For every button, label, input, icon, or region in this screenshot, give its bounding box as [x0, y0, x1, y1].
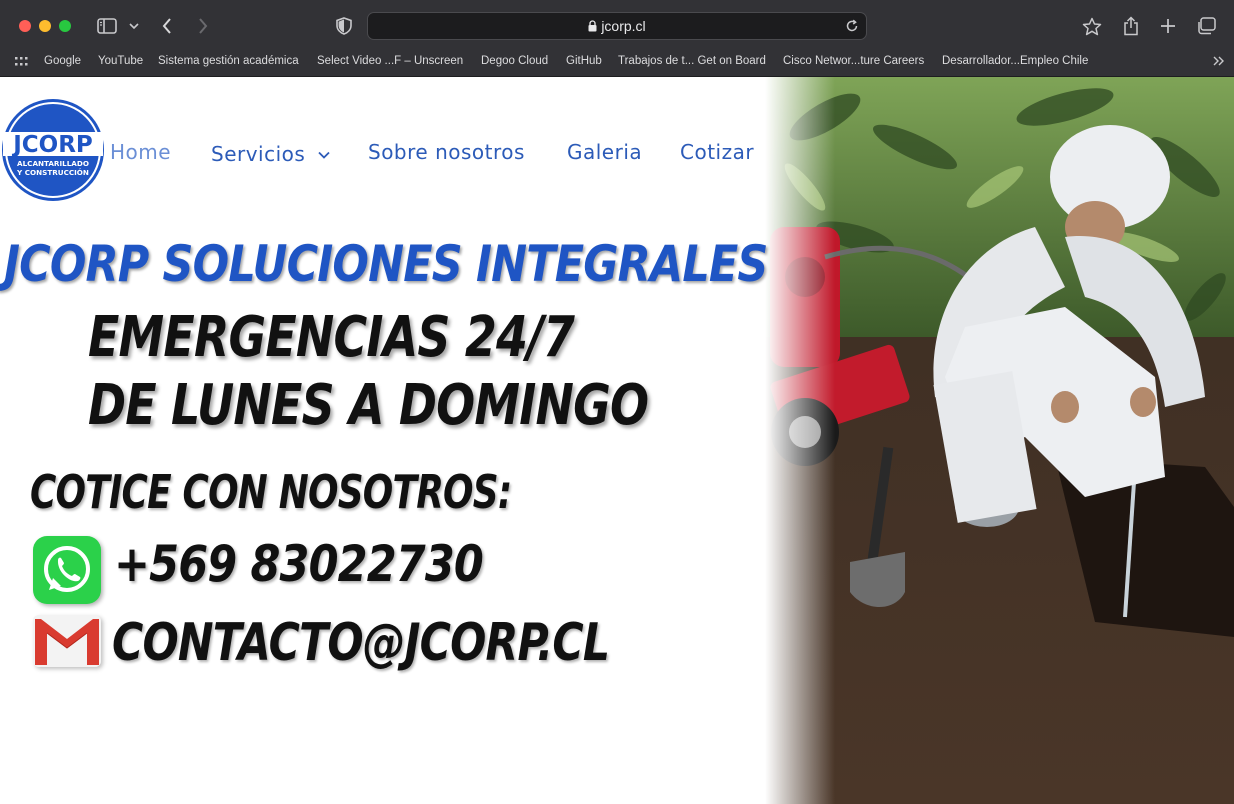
nav-servicios-label: Servicios	[211, 142, 306, 166]
logo-tagline-2: Y CONSTRUCCIÓN	[16, 168, 89, 177]
shield-icon[interactable]	[334, 14, 354, 38]
bookmark-empleo-chile[interactable]: Desarrollador...Empleo Chile	[942, 50, 1088, 72]
logo-name: JCORP	[11, 132, 93, 158]
lock-icon	[588, 14, 597, 40]
nav-galeria[interactable]: Galeria	[567, 137, 642, 167]
double-chevron-icon[interactable]	[1211, 53, 1227, 69]
star-icon[interactable]	[1080, 14, 1104, 38]
bookmark-cisco[interactable]: Cisco Networ...ture Careers	[783, 50, 924, 72]
bookmark-github[interactable]: GitHub	[566, 50, 602, 72]
nav-cotizar[interactable]: Cotizar	[680, 137, 754, 167]
grid-icon[interactable]	[13, 53, 29, 69]
bookmarks-bar: Google YouTube Sistema gestión académica…	[0, 50, 1234, 72]
banner-email: CONTACTO@JCORP.CL	[112, 613, 610, 673]
banner-title: JCORP SOLUCIONES INTEGRALES	[4, 235, 768, 293]
bookmark-google[interactable]: Google	[44, 50, 81, 72]
minimize-window-button[interactable]	[39, 20, 51, 32]
bookmark-unscreen[interactable]: Select Video ...F – Unscreen	[317, 50, 463, 72]
hero-photo	[765, 77, 1234, 804]
browser-toolbar: jcorp.cl	[0, 0, 1234, 50]
bookmark-get-on-board[interactable]: Trabajos de t... Get on Board	[618, 50, 766, 72]
zoom-window-button[interactable]	[59, 20, 71, 32]
sidebar-icon[interactable]	[95, 14, 119, 38]
nav-home[interactable]: Home	[110, 137, 171, 167]
browser-chrome: jcorp.cl Google YouTube Sistema gestión …	[0, 0, 1234, 77]
nav-servicios[interactable]: Servicios	[211, 137, 330, 167]
gmail-icon	[33, 615, 101, 667]
nav-sobre-nosotros[interactable]: Sobre nosotros	[368, 137, 525, 167]
close-window-button[interactable]	[19, 20, 31, 32]
plus-icon[interactable]	[1157, 14, 1179, 38]
web-page: JCORP ALCANTARILLADO Y CONSTRUCCIÓN Home…	[0, 77, 1234, 804]
address-bar[interactable]: jcorp.cl	[367, 12, 867, 40]
chevron-down-icon[interactable]	[127, 14, 141, 38]
share-icon[interactable]	[1120, 14, 1142, 38]
banner-cta: COTICE CON NOSOTROS:	[30, 465, 512, 519]
bookmark-youtube[interactable]: YouTube	[98, 50, 143, 72]
site-logo[interactable]: JCORP ALCANTARILLADO Y CONSTRUCCIÓN	[1, 96, 105, 204]
banner-phone: +569 83022730	[114, 535, 484, 593]
tabs-icon[interactable]	[1194, 14, 1218, 38]
bookmark-degoo[interactable]: Degoo Cloud	[481, 50, 548, 72]
banner-schedule: DE LUNES A DOMINGO	[88, 373, 649, 438]
url-text: jcorp.cl	[601, 18, 646, 34]
url-display[interactable]: jcorp.cl	[368, 13, 866, 39]
logo-tagline-1: ALCANTARILLADO	[17, 159, 89, 168]
hero-photo-fade	[765, 77, 835, 804]
back-icon[interactable]	[157, 14, 177, 38]
banner-emergencias: EMERGENCIAS 24/7	[88, 305, 575, 370]
reload-icon[interactable]	[844, 17, 860, 35]
bookmark-sistema-gestion[interactable]: Sistema gestión académica	[158, 50, 299, 72]
chevron-down-icon	[318, 137, 330, 167]
whatsapp-icon	[33, 536, 101, 604]
forward-icon[interactable]	[193, 14, 213, 38]
